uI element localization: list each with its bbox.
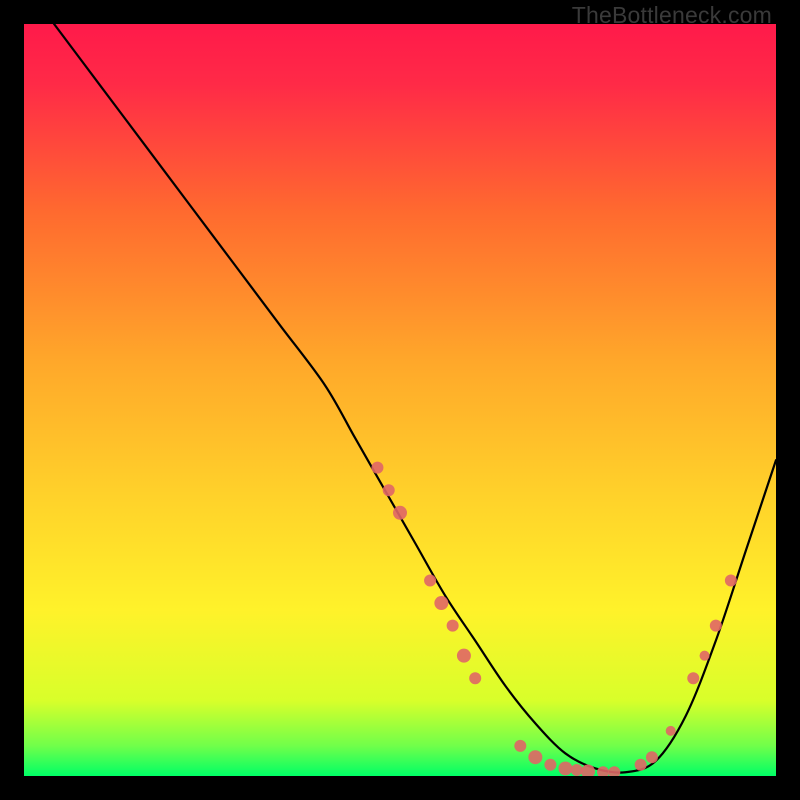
marker-dot [544, 759, 556, 771]
gradient-background [24, 24, 776, 776]
marker-dot [434, 596, 448, 610]
marker-dot [646, 751, 658, 763]
marker-dot [725, 574, 737, 586]
marker-dot [700, 651, 710, 661]
marker-dot [383, 484, 395, 496]
marker-dot [666, 726, 676, 736]
marker-dot [469, 672, 481, 684]
marker-dot [558, 761, 572, 775]
chart-canvas [24, 24, 776, 776]
watermark-text: TheBottleneck.com [572, 2, 772, 29]
marker-dot [514, 740, 526, 752]
marker-dot [393, 506, 407, 520]
marker-dot [424, 574, 436, 586]
marker-dot [371, 462, 383, 474]
marker-dot [635, 759, 647, 771]
marker-dot [447, 620, 459, 632]
marker-dot [710, 620, 722, 632]
marker-dot [457, 649, 471, 663]
marker-dot [687, 672, 699, 684]
marker-dot [571, 764, 583, 776]
marker-dot [528, 750, 542, 764]
chart-frame [24, 24, 776, 776]
